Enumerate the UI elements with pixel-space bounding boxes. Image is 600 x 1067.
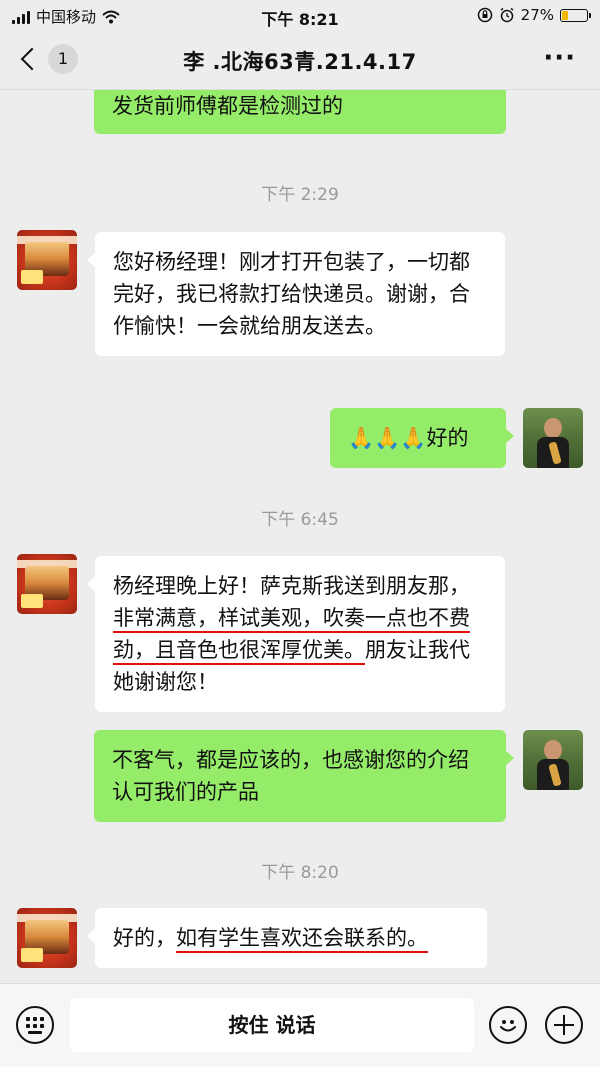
message-text: 好的 [426, 426, 469, 450]
timestamp: 下午 6:45 [261, 510, 339, 530]
underlined-text: 如有学生喜欢还会联系的。 [176, 926, 428, 950]
more-button[interactable]: ··· [543, 45, 576, 71]
message-text: 您好杨经理！刚才打开包装了，一切都完好，我已将款打给快递员。谢谢，合作愉快！一会… [113, 250, 470, 338]
battery-icon [560, 8, 591, 22]
plus-icon [554, 1015, 574, 1035]
battery-percent: 27% [520, 6, 554, 24]
back-button[interactable]: 1 [18, 44, 78, 74]
message-text: 不客气，都是应该的，也感谢您的介绍认可我们的产品 [112, 748, 469, 804]
status-right: 27% [477, 6, 591, 24]
emoji-icon [500, 1020, 516, 1032]
message-bubble-received[interactable]: 您好杨经理！刚才打开包装了，一切都完好，我已将款打给快递员。谢谢，合作愉快！一会… [87, 232, 505, 356]
message-text: 杨经理晚上好！萨克斯我送到朋友那， [113, 574, 470, 598]
message-bubble-received[interactable]: 杨经理晚上好！萨克斯我送到朋友那，非常满意，样试美观，吹奏一点也不费劲，且音色也… [87, 556, 505, 712]
message-bubble-received[interactable]: 好的，如有学生喜欢还会联系的。 [87, 908, 487, 968]
battery-fill [562, 10, 569, 20]
contact-avatar[interactable] [17, 554, 77, 614]
plus-button[interactable] [545, 1006, 583, 1044]
alarm-icon [500, 7, 514, 23]
emoji-button[interactable] [489, 1006, 527, 1044]
keyboard-icon [26, 1016, 44, 1034]
hold-to-talk-button[interactable]: 按住 说话 [70, 998, 474, 1052]
message-list[interactable]: 发货前师傅都是检测过的 下午 2:29 您好杨经理！刚才打开包装了，一切都完好，… [0, 90, 600, 983]
contact-avatar[interactable] [17, 908, 77, 968]
contact-avatar[interactable] [17, 230, 77, 290]
orientation-lock-icon [477, 7, 492, 23]
message-text: 好的， [113, 926, 176, 950]
underlined-text: 非常满意，样试美观， [113, 606, 323, 630]
message-bubble-sent[interactable]: 发货前师傅都是检测过的 [94, 90, 506, 134]
input-bar: 按住 说话 [0, 983, 600, 1067]
timestamp: 下午 2:29 [261, 185, 339, 205]
timestamp: 下午 8:20 [261, 863, 339, 883]
message-bubble-sent[interactable]: 🙏🙏🙏好的 [330, 408, 514, 468]
chat-header: 1 李 .北海63青.21.4.17 ··· [0, 32, 600, 90]
chevron-left-icon [20, 47, 44, 71]
message-bubble-sent[interactable]: 不客气，都是应该的，也感谢您的介绍认可我们的产品 [94, 730, 514, 822]
unread-count-badge: 1 [48, 44, 78, 74]
chat-title: 李 .北海63青.21.4.17 [183, 50, 417, 74]
message-text: 发货前师傅都是检测过的 [112, 94, 343, 118]
status-bar: 中国移动 下午 8:21 27% [0, 0, 600, 32]
keyboard-button[interactable] [16, 1006, 54, 1044]
emoji-sequence: 🙏🙏🙏 [348, 426, 427, 450]
user-avatar[interactable] [523, 408, 583, 468]
user-avatar[interactable] [523, 730, 583, 790]
